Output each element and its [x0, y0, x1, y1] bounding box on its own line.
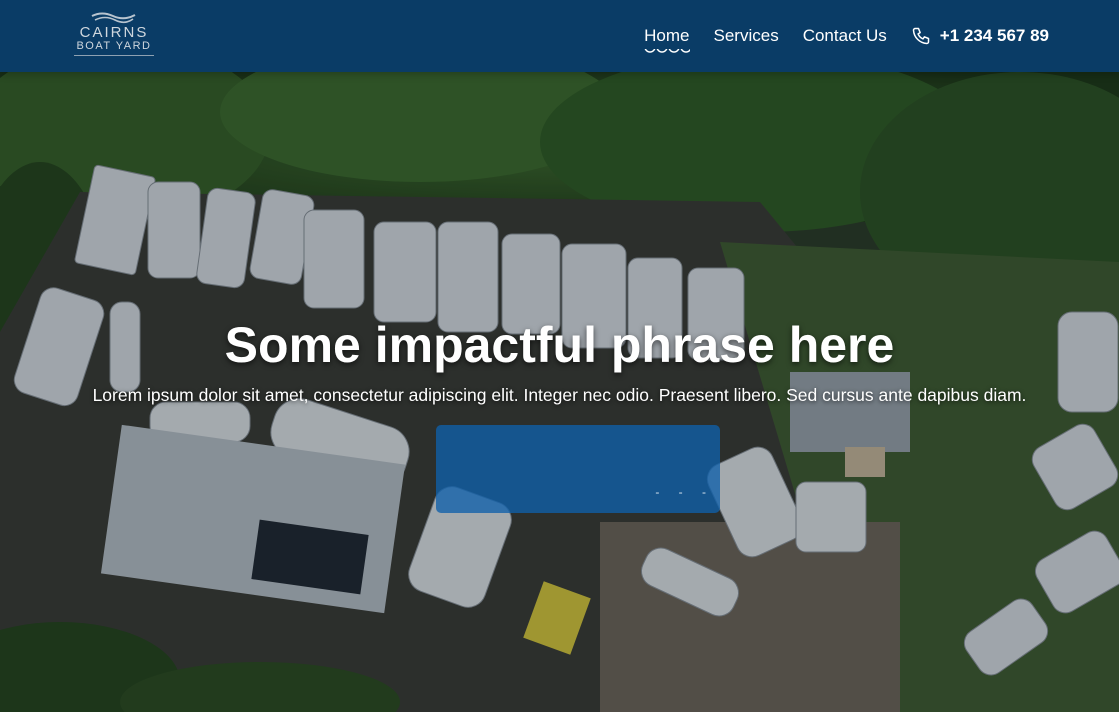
logo-line1: CAIRNS	[79, 24, 149, 41]
logo-rule	[74, 55, 154, 56]
nav-contact-us[interactable]: Contact Us	[803, 26, 887, 46]
phone-icon	[912, 27, 930, 45]
hero-section: Some impactful phrase here Lorem ipsum d…	[0, 72, 1119, 712]
cta-dots: - - -	[655, 485, 714, 499]
main-nav: Home Services Contact Us +1 234 567 89	[644, 0, 1049, 72]
cta-button[interactable]: - - -	[436, 425, 720, 513]
nav-services[interactable]: Services	[714, 26, 779, 46]
logo[interactable]: CAIRNS BOAT YARD	[72, 10, 156, 62]
logo-line2: BOAT YARD	[76, 40, 152, 52]
hero-headline: Some impactful phrase here	[224, 317, 895, 373]
nav-home[interactable]: Home	[644, 26, 690, 53]
hero-subtext: Lorem ipsum dolor sit amet, consectetur …	[92, 385, 1027, 405]
phone-link[interactable]: +1 234 567 89	[911, 26, 1049, 46]
site-header: CAIRNS BOAT YARD Home Services Contact U…	[0, 0, 1119, 72]
phone-number: +1 234 567 89	[939, 26, 1049, 45]
waves-icon	[91, 12, 136, 24]
